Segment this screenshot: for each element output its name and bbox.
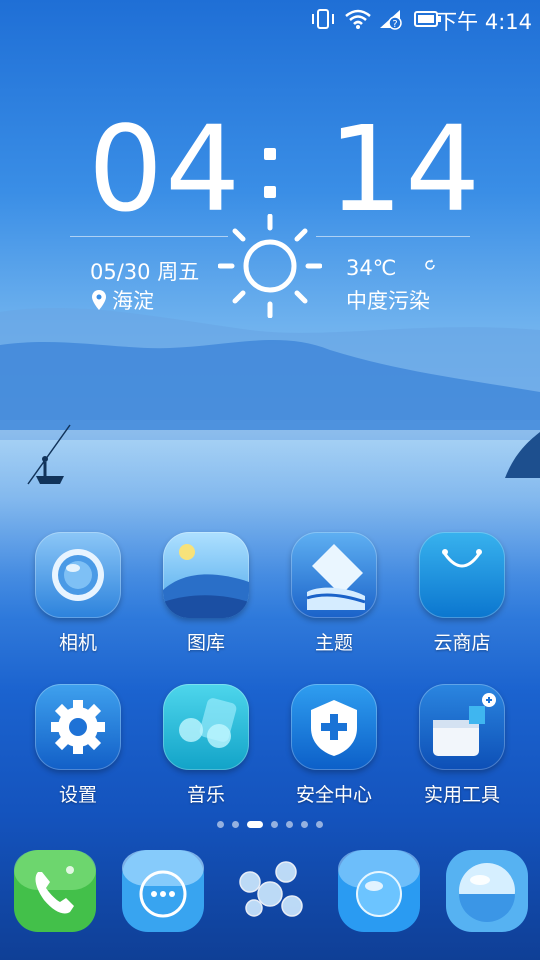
app-gallery[interactable]: 图库 [151,532,261,655]
lens-orb-icon [446,850,528,932]
phone-icon [14,850,96,932]
app-label: 云商店 [433,632,491,654]
location-text: 海淀 [112,289,154,313]
clock-minutes: 14 [328,100,483,238]
divider-right [316,236,470,237]
location-pin-icon [92,290,106,310]
app-security[interactable]: 安全中心 [279,684,389,807]
dock-messages[interactable] [118,846,208,936]
page-dot[interactable] [286,821,293,828]
location[interactable]: 海淀 [92,285,154,315]
status-time: 下午 4:14 [436,10,532,34]
page-dot[interactable] [316,821,323,828]
svg-text:?: ? [392,19,397,30]
vibrate-icon [312,9,334,29]
shield-plus-icon [291,684,377,770]
app-camera[interactable]: 相机 [23,532,133,655]
page-dot[interactable] [301,821,308,828]
air-quality: 中度污染 [346,289,430,313]
app-tools[interactable]: 实用工具 [407,684,517,807]
browser-orb-icon [338,850,420,932]
app-label: 安全中心 [295,784,372,806]
dock-phone[interactable] [10,846,100,936]
store-bag-icon [419,532,505,618]
page-dot[interactable] [232,821,239,828]
app-music[interactable]: 音乐 [151,684,261,807]
status-bar: ? 下午 4:14 [0,0,540,38]
app-settings[interactable]: 设置 [23,684,133,807]
wifi-icon [345,9,371,29]
camera-icon [35,532,121,618]
app-store[interactable]: 云商店 [407,532,517,655]
page-indicator[interactable] [0,821,540,828]
app-label: 设置 [58,784,97,806]
gear-icon [35,684,121,770]
page-dot-active[interactable] [247,821,263,828]
dock-browser[interactable] [334,846,424,936]
temperature: 34℃ [346,256,397,280]
page-dot[interactable] [217,821,224,828]
divider-left [70,236,228,237]
clock-separator [264,148,278,224]
message-bubble-icon [122,850,204,932]
date-text: 05/30 周五 [90,260,200,284]
bubbles-icon [239,861,303,917]
music-icon [163,684,249,770]
refresh-icon[interactable] [424,259,436,271]
app-label: 相机 [58,632,97,654]
page-dot[interactable] [271,821,278,828]
sun-icon [218,214,322,318]
dock [0,842,540,960]
app-label: 音乐 [186,784,225,806]
toolbox-icon [419,684,505,770]
dock-lens[interactable] [442,846,532,936]
app-label: 图库 [186,632,225,654]
app-label: 主题 [314,632,353,654]
dock-app-drawer[interactable] [226,846,316,936]
gallery-icon [163,532,249,618]
app-label: 实用工具 [423,784,500,806]
theme-icon [291,532,377,618]
signal-no-sim-icon: ? [380,10,402,30]
app-theme[interactable]: 主题 [279,532,389,655]
clock-hours: 04 [88,100,243,238]
